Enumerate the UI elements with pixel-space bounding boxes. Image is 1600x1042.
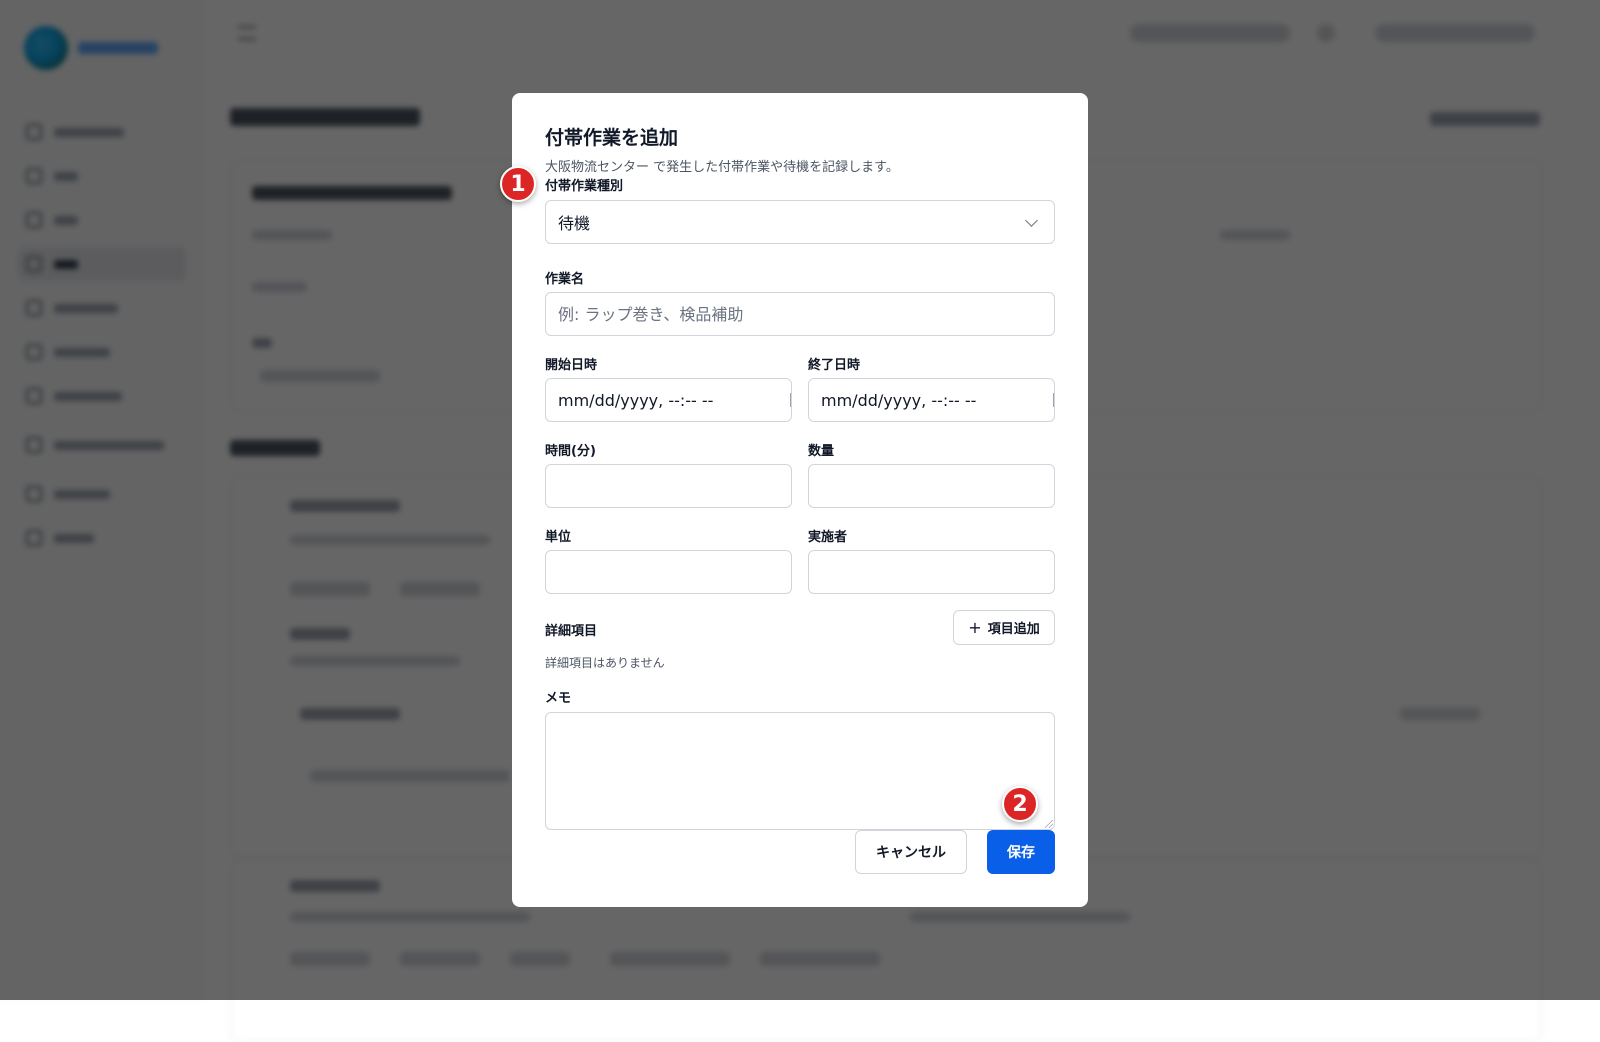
- add-detail-item-button[interactable]: + 項目追加: [953, 610, 1055, 645]
- work-name-input[interactable]: [545, 292, 1055, 336]
- performer-input[interactable]: [808, 550, 1055, 594]
- end-datetime-input[interactable]: mm/dd/yyyy, --:-- --: [808, 378, 1055, 422]
- add-incidental-work-dialog: 付帯作業を追加 大阪物流センター で発生した付帯作業や待機を記録します。 付帯作…: [512, 93, 1088, 907]
- dialog-subtitle: 大阪物流センター で発生した付帯作業や待機を記録します。: [545, 160, 899, 175]
- work-type-label: 付帯作業種別: [545, 179, 624, 194]
- unit-input[interactable]: [545, 550, 792, 594]
- cancel-button[interactable]: キャンセル: [855, 830, 967, 874]
- duration-input[interactable]: [545, 464, 792, 508]
- annotation-badge-1: 1: [500, 166, 536, 202]
- add-detail-item-label: 項目追加: [987, 622, 1040, 637]
- quantity-label: 数量: [808, 444, 835, 459]
- save-button[interactable]: 保存: [987, 830, 1055, 874]
- quantity-input[interactable]: [808, 464, 1055, 508]
- resize-handle-icon[interactable]: [1045, 820, 1053, 828]
- duration-label: 時間(分): [545, 444, 596, 459]
- start-datetime-input[interactable]: mm/dd/yyyy, --:-- --: [545, 378, 792, 422]
- start-datetime-value: mm/dd/yyyy, --:-- --: [558, 390, 714, 410]
- dialog-title: 付帯作業を追加: [545, 127, 679, 149]
- details-empty-text: 詳細項目はありません: [545, 656, 665, 670]
- memo-wrapper: [545, 712, 1055, 830]
- work-type-value: 待機: [558, 214, 591, 233]
- memo-textarea[interactable]: [545, 712, 1055, 830]
- plus-icon: +: [968, 617, 982, 637]
- end-datetime-label: 終了日時: [808, 358, 861, 373]
- performer-label: 実施者: [808, 530, 848, 545]
- work-name-label: 作業名: [545, 272, 585, 287]
- end-datetime-value: mm/dd/yyyy, --:-- --: [821, 390, 977, 410]
- work-type-select[interactable]: 待機: [545, 200, 1055, 244]
- chevron-down-icon: [1025, 213, 1038, 227]
- annotation-badge-2: 2: [1002, 786, 1038, 822]
- start-datetime-label: 開始日時: [545, 358, 598, 373]
- memo-label: メモ: [545, 691, 572, 706]
- unit-label: 単位: [545, 530, 572, 545]
- details-label: 詳細項目: [545, 624, 598, 639]
